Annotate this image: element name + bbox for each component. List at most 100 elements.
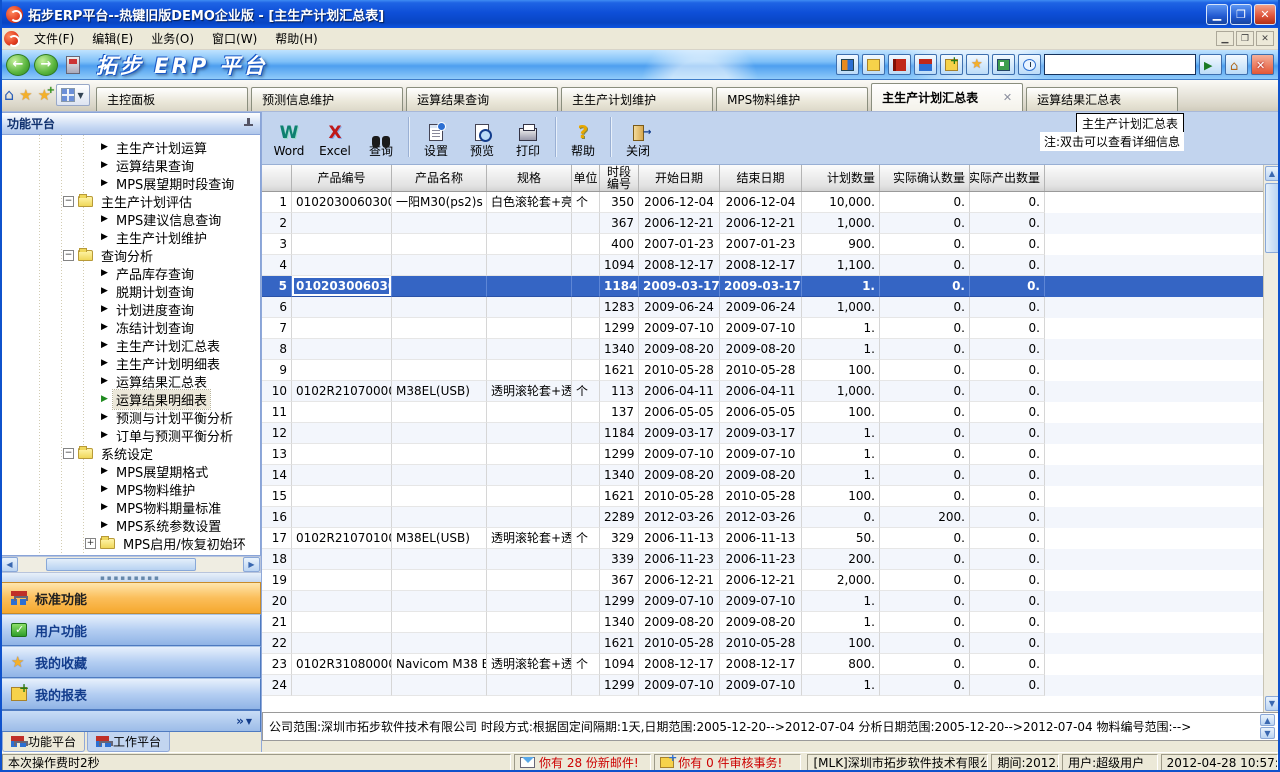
table-row[interactable]: 2113402009-08-202009-08-201.0.0. bbox=[262, 612, 1263, 633]
panel-button-我的收藏[interactable]: 我的收藏 bbox=[0, 646, 261, 678]
table-row[interactable]: 916212010-05-282010-05-28100.0.0. bbox=[262, 360, 1263, 381]
favorites-icon[interactable]: ★ bbox=[966, 54, 989, 75]
tree-item-运算结果汇总表[interactable]: ▶运算结果汇总表 bbox=[1, 372, 260, 390]
table-row[interactable]: 1413402009-08-202009-08-201.0.0. bbox=[262, 465, 1263, 486]
tab-预测信息维护[interactable]: 预测信息维护 bbox=[251, 87, 403, 111]
tab-MPS物料维护[interactable]: MPS物料维护 bbox=[716, 87, 868, 111]
column-header-rownum[interactable] bbox=[262, 165, 292, 191]
table-row[interactable]: 100102R21070000M38EL(USB)透明滚轮套+透明个113200… bbox=[262, 381, 1263, 402]
tree-item-主生产计划维护[interactable]: ▶主生产计划维护 bbox=[1, 228, 260, 246]
帮助-button[interactable]: ?帮助 bbox=[560, 115, 606, 160]
mdi-minimize-button[interactable]: ▁ bbox=[1216, 31, 1234, 46]
minimize-button[interactable]: ▁ bbox=[1206, 4, 1228, 25]
table-row[interactable]: 2012992009-07-102009-07-101.0.0. bbox=[262, 591, 1263, 612]
collapse-icon[interactable]: − bbox=[47, 556, 58, 557]
tab-close-icon[interactable]: ✕ bbox=[989, 91, 1012, 104]
tree-item-MPS建议信息查询[interactable]: ▶MPS建议信息查询 bbox=[1, 210, 260, 228]
tree-item-预测与计划平衡分析[interactable]: ▶预测与计划平衡分析 bbox=[1, 408, 260, 426]
panel-overflow[interactable]: »▼ bbox=[0, 710, 261, 732]
tree-item-物料需求计划系统[interactable]: −物料需求计划系统 bbox=[1, 552, 260, 556]
summary-scroll-up[interactable]: ▲ bbox=[1260, 714, 1275, 726]
tree-item-系统设定[interactable]: −系统设定 bbox=[1, 444, 260, 462]
tree-item-MPS物料期量标准[interactable]: ▶MPS物料期量标准 bbox=[1, 498, 260, 516]
tab-主生产计划汇总表[interactable]: 主生产计划汇总表✕ bbox=[871, 83, 1023, 111]
column-header-时段编号[interactable]: 时段编号 bbox=[600, 165, 639, 191]
tree-hscrollbar[interactable]: ◀ ▶ bbox=[0, 556, 261, 573]
vscroll-thumb[interactable] bbox=[1265, 183, 1280, 253]
mail-status[interactable]: 你有 28 份新邮件! bbox=[514, 754, 651, 771]
table-row[interactable]: 34002007-01-232007-01-23900.0.0. bbox=[262, 234, 1263, 255]
table-row[interactable]: 1312992009-07-102009-07-101.0.0. bbox=[262, 444, 1263, 465]
tree-item-主生产计划明细表[interactable]: ▶主生产计划明细表 bbox=[1, 354, 260, 372]
table-row[interactable]: 183392006-11-232006-11-23200.0.0. bbox=[262, 549, 1263, 570]
exit-button[interactable]: ✕ bbox=[1251, 54, 1274, 75]
pin-icon[interactable] bbox=[243, 118, 254, 129]
tree-item-运算结果查询[interactable]: ▶运算结果查询 bbox=[1, 156, 260, 174]
menu-item[interactable]: 编辑(E) bbox=[83, 28, 142, 49]
collapse-icon[interactable]: − bbox=[63, 196, 74, 207]
预览-button[interactable]: 预览 bbox=[459, 115, 505, 160]
tree-item-查询分析[interactable]: −查询分析 bbox=[1, 246, 260, 264]
mdi-restore-button[interactable]: ❐ bbox=[1236, 31, 1254, 46]
column-header-实际确认数量[interactable]: 实际确认数量 bbox=[880, 165, 970, 191]
table-row[interactable]: 170102R21070100M38EL(USB)透明滚轮套+透明个329200… bbox=[262, 528, 1263, 549]
column-header-开始日期[interactable]: 开始日期 bbox=[639, 165, 720, 191]
search-input[interactable] bbox=[1044, 54, 1196, 75]
collapse-icon[interactable]: − bbox=[63, 448, 74, 459]
home-button[interactable]: ⌂ bbox=[1225, 54, 1248, 75]
table-vscrollbar[interactable]: ▲ ▼ bbox=[1263, 165, 1280, 712]
close-button[interactable]: ✕ bbox=[1254, 4, 1276, 25]
run-button[interactable]: ▶ bbox=[1199, 54, 1222, 75]
column-header-计划数量[interactable]: 计划数量 bbox=[802, 165, 880, 191]
table-row[interactable]: 2412992009-07-102009-07-101.0.0. bbox=[262, 675, 1263, 696]
new-folder-icon[interactable] bbox=[940, 54, 963, 75]
sidebar-splitter[interactable]: ▪▪▪▪▪▪▪▪▪ bbox=[0, 573, 261, 582]
tree-item-主生产计划评估[interactable]: −主生产计划评估 bbox=[1, 192, 260, 210]
forward-button[interactable]: → bbox=[34, 54, 58, 76]
desktop-icon[interactable] bbox=[66, 56, 80, 74]
expand-icon[interactable]: + bbox=[85, 538, 96, 549]
tree-item-MPS展望期格式[interactable]: ▶MPS展望期格式 bbox=[1, 462, 260, 480]
menu-item[interactable]: 帮助(H) bbox=[266, 28, 326, 49]
table-row[interactable]: 1622892012-03-262012-03-260.200.0. bbox=[262, 507, 1263, 528]
home-tab-icon[interactable]: ⌂ bbox=[4, 88, 14, 102]
tab-主生产计划维护[interactable]: 主生产计划维护 bbox=[561, 87, 713, 111]
tab-运算结果查询[interactable]: 运算结果查询 bbox=[406, 87, 558, 111]
table-row[interactable]: 5010203006030011842009-03-172009-03-171.… bbox=[262, 276, 1263, 297]
notebook-icon[interactable] bbox=[888, 54, 911, 75]
scroll-left-button[interactable]: ◀ bbox=[1, 557, 18, 572]
table-row[interactable]: 10102030060300一阳M30(ps2)s白色滚轮套+亮销个350200… bbox=[262, 192, 1263, 213]
table-row[interactable]: 23672006-12-212006-12-211,000.0.0. bbox=[262, 213, 1263, 234]
menu-item[interactable]: 业务(O) bbox=[142, 28, 203, 49]
word-button[interactable]: WWord bbox=[266, 115, 312, 160]
table-row[interactable]: 230102R31080000Navicom M38 EL透明滚轮套+透明个10… bbox=[262, 654, 1263, 675]
scroll-right-button[interactable]: ▶ bbox=[243, 557, 260, 572]
tab-主控面板[interactable]: 主控面板 bbox=[96, 87, 248, 111]
mdi-close-button[interactable]: ✕ bbox=[1256, 31, 1274, 46]
关闭-button[interactable]: 关闭 bbox=[615, 115, 661, 160]
打印-button[interactable]: 打印 bbox=[505, 115, 551, 160]
hscroll-thumb[interactable] bbox=[46, 558, 196, 571]
scroll-down-button[interactable]: ▼ bbox=[1265, 696, 1280, 711]
tree-item-MPS启用/恢复初始环[interactable]: +MPS启用/恢复初始环 bbox=[1, 534, 260, 552]
folder-up-icon[interactable] bbox=[862, 54, 885, 75]
layout-icon[interactable] bbox=[836, 54, 859, 75]
window-list-button[interactable]: ▼ bbox=[56, 84, 90, 106]
tree-item-订单与预测平衡分析[interactable]: ▶订单与预测平衡分析 bbox=[1, 426, 260, 444]
collapse-icon[interactable]: − bbox=[63, 250, 74, 261]
add-favorite-icon[interactable]: ★ bbox=[38, 88, 51, 102]
audit-status[interactable]: 你有 0 件审核事务! bbox=[654, 754, 801, 771]
column-header-产品名称[interactable]: 产品名称 bbox=[392, 165, 487, 191]
column-header-单位[interactable]: 单位 bbox=[572, 165, 600, 191]
clock-icon[interactable] bbox=[1018, 54, 1041, 75]
panel-button-用户功能[interactable]: 用户功能 bbox=[0, 614, 261, 646]
table-row[interactable]: 612832009-06-242009-06-241,000.0.0. bbox=[262, 297, 1263, 318]
summary-scroll-down[interactable]: ▼ bbox=[1260, 727, 1275, 739]
tree-item-MPS系统参数设置[interactable]: ▶MPS系统参数设置 bbox=[1, 516, 260, 534]
tree-item-主生产计划汇总表[interactable]: ▶主生产计划汇总表 bbox=[1, 336, 260, 354]
设置-button[interactable]: 设置 bbox=[413, 115, 459, 160]
tree-item-计划进度查询[interactable]: ▶计划进度查询 bbox=[1, 300, 260, 318]
table-row[interactable]: 1211842009-03-172009-03-171.0.0. bbox=[262, 423, 1263, 444]
table-row[interactable]: 813402009-08-202009-08-201.0.0. bbox=[262, 339, 1263, 360]
column-header-实际产出数量[interactable]: 实际产出数量 bbox=[970, 165, 1045, 191]
